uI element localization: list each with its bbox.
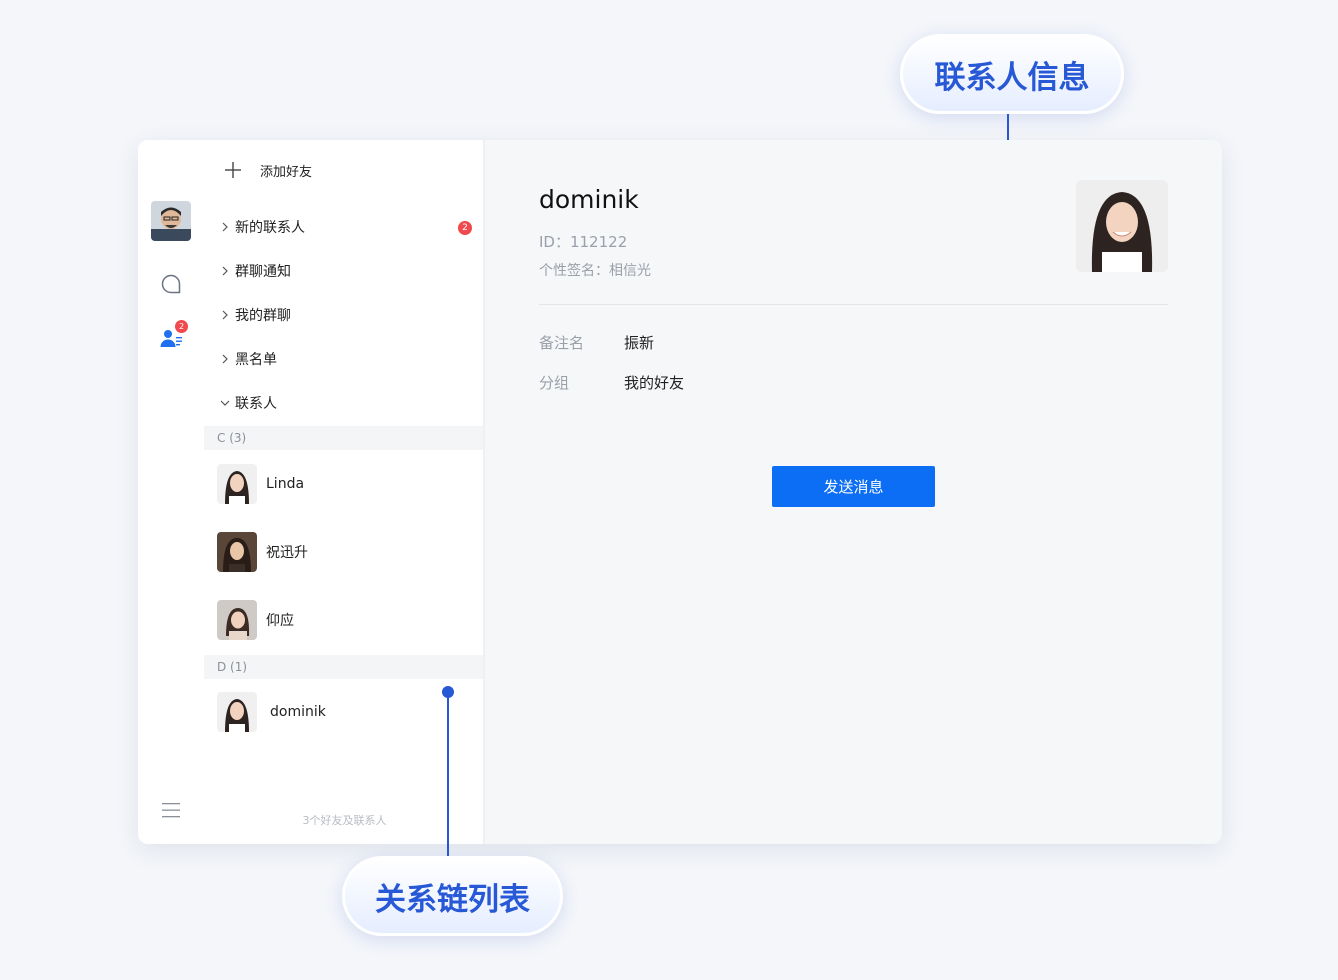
relation-list-panel: 添加好友 新的联系人 2 群聊通知 我的群聊 黑名单 联系人 C (3) Lin… [204,140,485,844]
remark-value: 振新 [624,334,655,352]
group-label: 分组 [539,374,570,392]
nav-new-contacts[interactable]: 新的联系人 [218,213,305,241]
contacts-badge: 2 [175,320,188,333]
contact-avatar [217,600,257,640]
chevron-down-icon [220,400,230,406]
group-header-d: D (1) [204,655,485,679]
nav-label: 联系人 [235,396,277,412]
sidebar-rail: 2 [138,140,204,844]
contact-avatar [217,532,257,572]
contact-count: 3个好友及联系人 [302,814,387,827]
callout-relation-list: 关系链列表 [342,856,563,936]
contact-detail-avatar [1076,180,1168,272]
nav-label: 我的群聊 [235,308,291,324]
group-header-c: C (3) [204,426,485,450]
chevron-right-icon [222,222,228,232]
contact-name: Linda [266,476,305,492]
contact-avatar [217,464,257,504]
contact-detail-signature: 个性签名：相信光 [539,263,651,279]
contact-avatar [217,692,257,732]
remark-label: 备注名 [539,334,585,352]
nav-my-groups[interactable]: 我的群聊 [218,301,291,329]
plus-icon [225,162,241,178]
group-value: 我的好友 [624,374,685,392]
add-friend-label: 添加好友 [260,164,313,180]
nav-contacts[interactable]: 联系人 [218,389,277,417]
chevron-right-icon [222,266,228,276]
callout-contact-info: 联系人信息 [900,34,1124,114]
callout-relation-list-leader [447,692,449,856]
nav-group-notifications[interactable]: 群聊通知 [218,257,291,285]
chat-bubble-icon[interactable] [159,272,183,296]
contact-detail-name: dominik [539,185,639,214]
nav-blacklist[interactable]: 黑名单 [218,345,277,373]
detail-divider [539,304,1168,305]
new-contacts-badge: 2 [458,221,472,235]
menu-icon[interactable] [159,798,183,822]
contact-name: 祝迅升 [266,545,308,561]
contact-name: dominik [270,704,326,720]
contact-detail-panel: dominik ID：112122 个性签名：相信光 备注名 振新 分组 我的好… [485,140,1222,844]
contact-name: 仰应 [266,613,294,629]
add-friend-button[interactable]: 添加好友 [224,156,312,184]
contact-item-yang-ying[interactable]: 仰应 [217,600,294,640]
nav-label: 群聊通知 [235,264,291,280]
send-message-button[interactable]: 发送消息 [772,466,935,507]
app-window: 2 添加好友 新的联系人 2 群聊通知 我的群聊 黑名单 联系人 C (3) L… [138,140,1222,844]
contact-item-linda[interactable]: Linda [217,464,304,504]
contact-item-zhu-xunsheng[interactable]: 祝迅升 [217,532,308,572]
chevron-right-icon [222,310,228,320]
contact-detail-id: ID：112122 [539,233,628,251]
chevron-right-icon [222,354,228,364]
nav-label: 新的联系人 [235,220,305,236]
nav-label: 黑名单 [235,352,277,368]
my-avatar[interactable] [151,201,191,241]
contact-item-dominik[interactable]: dominik [217,692,326,732]
